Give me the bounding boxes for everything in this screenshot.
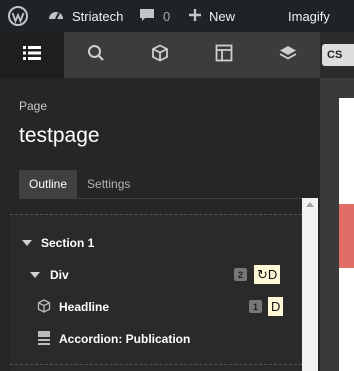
plus-icon	[188, 8, 202, 25]
dynamic-data-chip[interactable]: ↻D	[254, 265, 281, 284]
tab-settings[interactable]: Settings	[77, 170, 140, 198]
layout-icon	[215, 44, 233, 67]
list-icon	[23, 45, 41, 66]
builder-canvas[interactable]: CS	[320, 32, 354, 371]
dashboard-gauge-icon	[47, 6, 65, 27]
builder-toolbar	[0, 32, 320, 78]
tree-node-div[interactable]: Div 2 ↻D	[10, 258, 302, 290]
tree-node-label: Accordion: Publication	[59, 332, 191, 346]
dynamic-data-chip[interactable]: D	[268, 297, 284, 316]
site-name: Striatech	[72, 8, 124, 24]
caret-down-icon[interactable]	[30, 272, 40, 278]
canvas-topbar: CS	[320, 32, 354, 78]
comments-count: 0	[163, 8, 171, 24]
cube-icon	[151, 43, 169, 67]
page-type-label: Page	[19, 99, 48, 113]
wordpress-logo-icon[interactable]	[8, 0, 30, 32]
outline-tab-button[interactable]	[0, 32, 64, 78]
cube-icon	[37, 299, 51, 316]
accordion-icon	[38, 331, 50, 348]
tree-node-accordion[interactable]: Accordion: Publication	[10, 322, 302, 354]
tree-node-label: Div	[50, 268, 69, 282]
comments-menu[interactable]: 0	[139, 0, 170, 32]
caret-down-icon[interactable]	[22, 240, 32, 246]
tree-node-label: Headline	[59, 300, 110, 314]
tree-node-headline[interactable]: Headline 1 D	[10, 290, 302, 322]
child-count-badge: 1	[249, 300, 262, 313]
layout-tab-button[interactable]	[192, 32, 256, 78]
site-menu[interactable]: Striatech	[47, 0, 123, 32]
cs-badge[interactable]: CS	[322, 44, 354, 66]
components-tab-button[interactable]	[128, 32, 192, 78]
tabs-divider	[19, 198, 303, 199]
tree-node-section[interactable]: Section 1	[10, 226, 302, 258]
new-content-menu[interactable]: New	[188, 0, 235, 32]
tree-divider	[10, 364, 302, 365]
imagify-menu[interactable]: Imagify	[288, 0, 330, 32]
panel-tabs: Outline Settings	[19, 170, 140, 198]
child-count-badge: 2	[234, 268, 247, 281]
scroll-up-arrow-icon[interactable]	[306, 202, 314, 207]
canvas-highlight-block[interactable]	[339, 204, 354, 268]
page-title: testpage	[19, 124, 100, 147]
search-tab-button[interactable]	[64, 32, 128, 78]
layers-icon	[279, 45, 297, 66]
layers-tab-button[interactable]	[256, 32, 320, 78]
outline-scrollbar[interactable]	[302, 198, 318, 371]
search-icon	[87, 44, 105, 67]
tree-node-label: Section 1	[41, 236, 95, 250]
admin-bar: Striatech 0 New Imagify	[0, 0, 354, 32]
comment-bubble-icon	[139, 7, 155, 26]
outline-tree: Section 1 Div 2 ↻D Headline 1 D Accordio…	[10, 214, 302, 371]
outline-panel: Page testpage Outline Settings Section 1…	[0, 78, 320, 371]
new-label: New	[209, 8, 236, 24]
tab-outline[interactable]: Outline	[19, 170, 78, 198]
